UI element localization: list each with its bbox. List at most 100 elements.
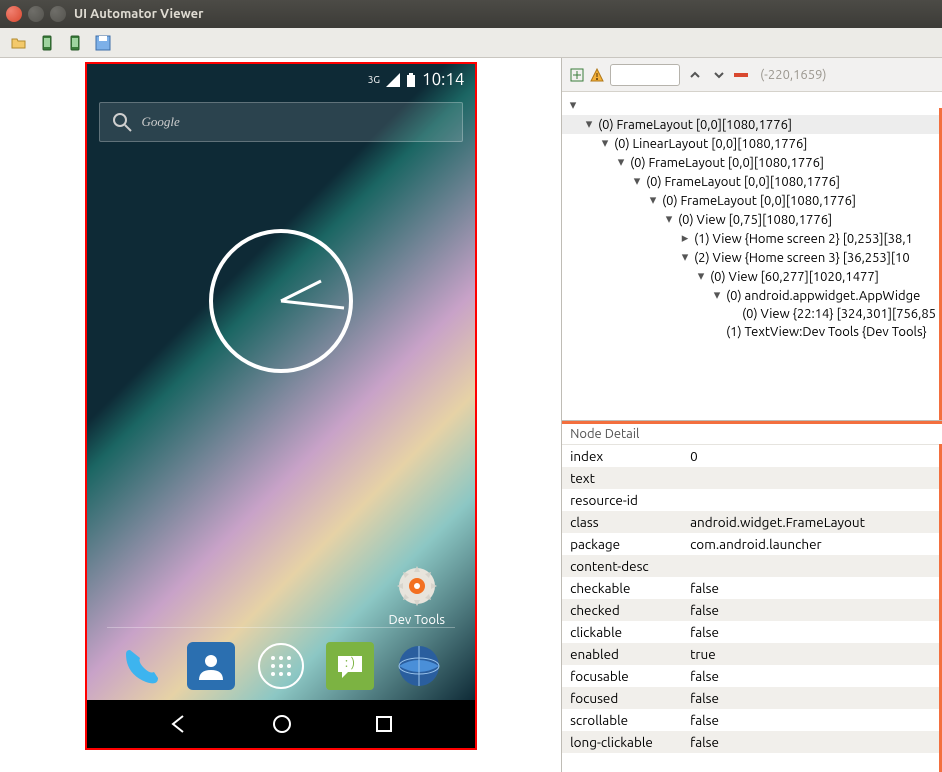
coordinates-label: (-220,1659) (760, 68, 826, 82)
tree-node[interactable]: ▸ (1) View {Home screen 2} [0,253][38,1 (562, 229, 942, 248)
device-screenshot-button[interactable] (36, 32, 58, 54)
minimize-button[interactable] (28, 6, 44, 22)
maximize-button[interactable] (50, 6, 66, 22)
save-button[interactable] (92, 32, 114, 54)
google-search-widget[interactable]: Google (99, 102, 463, 142)
tree-node[interactable]: ▾(0) FrameLayout [0,0][1080,1776] (562, 172, 942, 191)
detail-row[interactable]: focusedfalse (562, 687, 942, 709)
detail-header: Node Detail (562, 424, 942, 445)
detail-row[interactable]: scrollablefalse (562, 709, 942, 731)
detail-row[interactable]: clickablefalse (562, 621, 942, 643)
recents-button[interactable] (374, 714, 394, 734)
app-drawer-button[interactable] (257, 642, 305, 690)
screenshot-pane: 3G 10:14 Google (0, 58, 562, 772)
detail-row[interactable]: content-desc (562, 555, 942, 577)
tree-node[interactable]: ▾ (562, 96, 942, 115)
find-prev-button[interactable] (686, 66, 704, 84)
detail-key: class (562, 511, 682, 533)
tree-expander[interactable]: ▾ (632, 174, 642, 189)
detail-value (682, 489, 942, 511)
detail-value: true (682, 643, 942, 665)
detail-value: false (682, 577, 942, 599)
tree-label: (0) View [0,75][1080,1776] (678, 213, 832, 227)
phone-app-icon[interactable] (118, 642, 166, 690)
contacts-app-icon[interactable] (187, 642, 235, 690)
folder-open-icon (11, 35, 27, 51)
detail-table: index0textresource-idclassandroid.widget… (562, 445, 942, 753)
tree-expander[interactable]: ▾ (712, 288, 722, 303)
tree-node[interactable]: (1) TextView:Dev Tools {Dev Tools} (562, 323, 942, 341)
tree-label: (0) LinearLayout [0,0][1080,1776] (614, 137, 807, 151)
open-button[interactable] (8, 32, 30, 54)
tree-expander[interactable]: ▾ (568, 98, 578, 113)
device-frame[interactable]: 3G 10:14 Google (85, 62, 477, 750)
hotseat-divider (107, 627, 455, 628)
detail-row[interactable]: checkedfalse (562, 599, 942, 621)
detail-row[interactable]: checkablefalse (562, 577, 942, 599)
save-icon (95, 35, 111, 51)
tree-label: (0) View {22:14} [324,301][756,85 (742, 307, 936, 321)
tree-node[interactable]: ▾(0) FrameLayout [0,0][1080,1776] (562, 115, 942, 134)
detail-key: text (562, 467, 682, 489)
detail-row[interactable]: enabledtrue (562, 643, 942, 665)
hotseat: : ) (87, 642, 475, 690)
tree-node[interactable]: ▾ (0) FrameLayout [0,0][1080,1776] (562, 191, 942, 210)
tree-node[interactable]: ▾ (0) View [0,75][1080,1776] (562, 210, 942, 229)
detail-key: focused (562, 687, 682, 709)
detail-row[interactable]: classandroid.widget.FrameLayout (562, 511, 942, 533)
detail-key: enabled (562, 643, 682, 665)
clock-label: 10:14 (422, 70, 465, 89)
tree-expander[interactable]: ▾ (616, 155, 626, 170)
node-detail-pane: Node Detail index0textresource-idclassan… (562, 424, 942, 772)
tree-node[interactable]: ▾ (0) android.appwidget.AppWidge (562, 286, 942, 305)
window-controls (6, 6, 66, 22)
tree-node[interactable]: (0) View {22:14} [324,301][756,85 (562, 305, 942, 323)
analog-clock-widget[interactable] (206, 226, 356, 376)
search-input[interactable] (610, 64, 680, 86)
tree-label: (0) android.appwidget.AppWidge (726, 289, 920, 303)
messaging-app-icon[interactable]: : ) (326, 642, 374, 690)
tree-expander[interactable]: ▾ (696, 269, 706, 284)
tree-label: (0) FrameLayout [0,0][1080,1776] (630, 156, 824, 170)
remove-icon[interactable] (734, 71, 748, 79)
expand-all-icon[interactable] (570, 68, 584, 82)
tree-expander[interactable]: ▾ (680, 250, 690, 265)
devtools-app-icon[interactable]: Dev Tools (389, 562, 446, 627)
warning-icon[interactable] (590, 68, 604, 82)
back-button[interactable] (168, 713, 190, 735)
tree-expander[interactable]: ▾ (648, 193, 658, 208)
detail-key: index (562, 445, 682, 467)
detail-row[interactable]: focusablefalse (562, 665, 942, 687)
close-button[interactable] (6, 6, 22, 22)
tree-node[interactable]: ▾ (0) LinearLayout [0,0][1080,1776] (562, 134, 942, 153)
tree-expander[interactable]: ▾ (664, 212, 674, 227)
detail-value: 0 (682, 445, 942, 467)
detail-row[interactable]: packagecom.android.launcher (562, 533, 942, 555)
detail-row[interactable]: text (562, 467, 942, 489)
tree-expander[interactable]: ▾ (584, 117, 594, 132)
tree-node[interactable]: ▾(0) View [60,277][1020,1477] (562, 267, 942, 286)
detail-row[interactable]: long-clickablefalse (562, 731, 942, 753)
home-button[interactable] (271, 713, 293, 735)
device-screenshot-compressed-button[interactable] (64, 32, 86, 54)
tree-node[interactable]: ▾ (0) FrameLayout [0,0][1080,1776] (562, 153, 942, 172)
tree-expander[interactable]: ▸ (680, 231, 690, 246)
browser-app-icon[interactable] (395, 642, 443, 690)
find-next-button[interactable] (710, 66, 728, 84)
hierarchy-tree[interactable]: ▾ ▾ (0) FrameLayout [0,0][1080,1776] ▾ (0) L… (562, 92, 942, 421)
detail-row[interactable]: index0 (562, 445, 942, 467)
network-label: 3G (368, 74, 380, 85)
tree-label: (2) View {Home screen 3} [36,253][10 (694, 251, 910, 265)
tree-label: (1) View {Home screen 2} [0,253][38,1 (694, 232, 913, 246)
toolbar (0, 28, 942, 58)
detail-key: scrollable (562, 709, 682, 731)
tree-node[interactable]: ▾ (2) View {Home screen 3} [36,253][10 (562, 248, 942, 267)
inspector-pane: (-220,1659) ▾ ▾ (0) FrameLayout [0,0][1080… (562, 58, 942, 772)
tree-label: (0) FrameLayout [0,0][1080,1776] (662, 194, 856, 208)
detail-value: false (682, 687, 942, 709)
detail-row[interactable]: resource-id (562, 489, 942, 511)
chat-icon: : ) (334, 650, 366, 682)
tree-expander[interactable]: ▾ (600, 136, 610, 151)
detail-key: clickable (562, 621, 682, 643)
android-navbar (87, 700, 475, 748)
